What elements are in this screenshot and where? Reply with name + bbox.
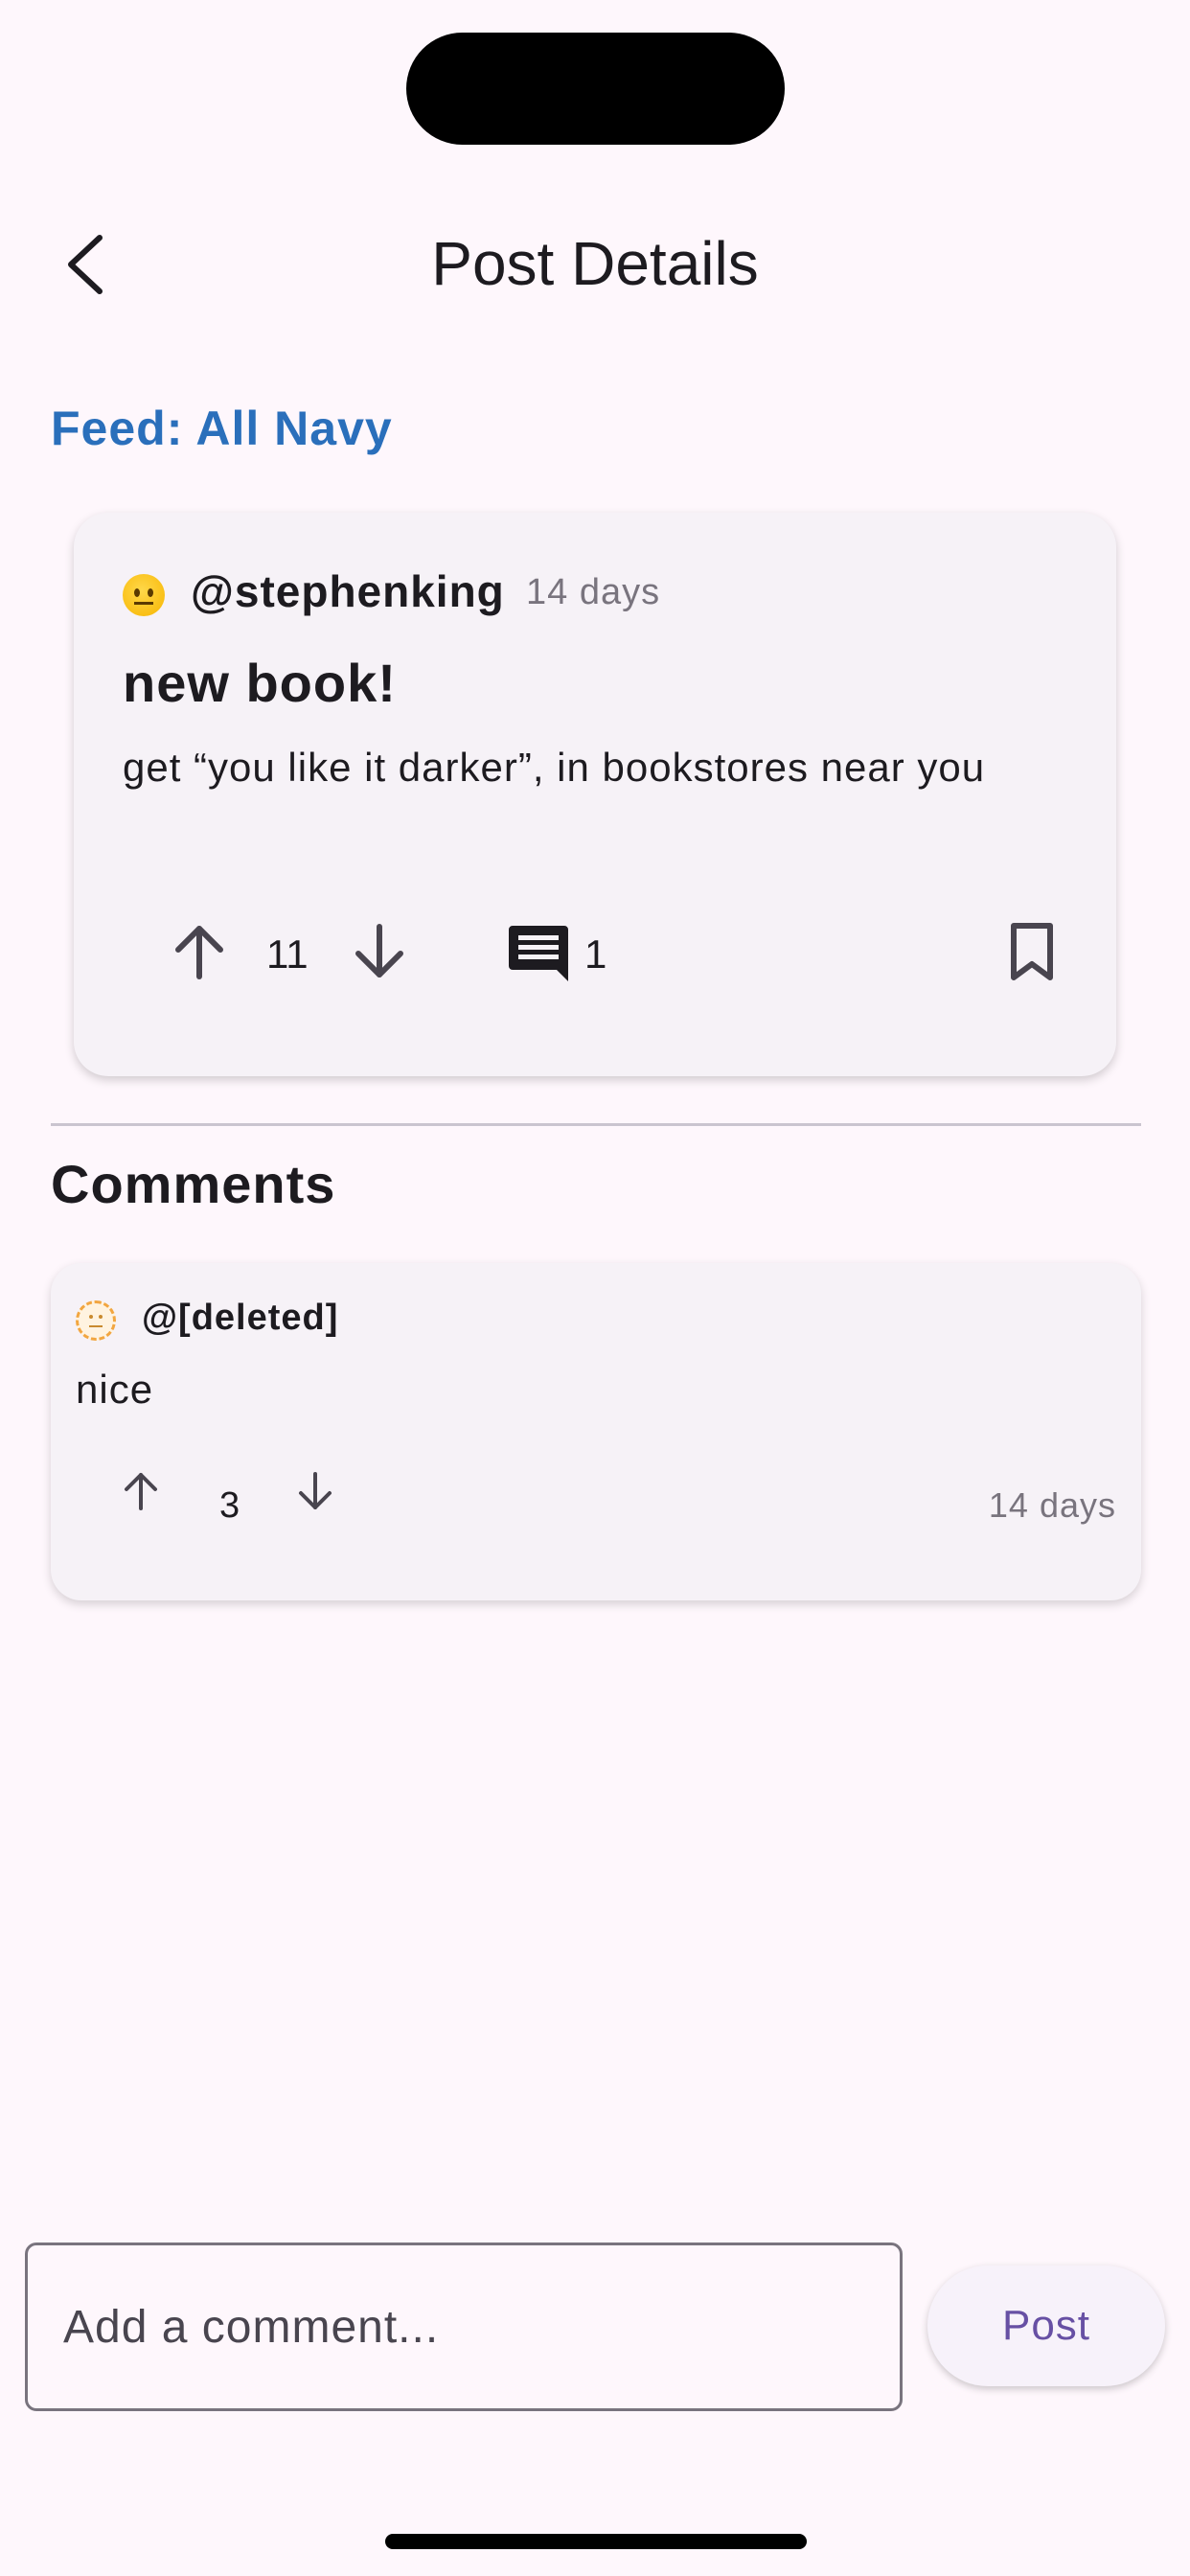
feed-link[interactable]: Feed: All Navy	[51, 401, 393, 456]
comment-card[interactable]: @[deleted] nice 3 14 days	[51, 1263, 1141, 1600]
section-divider	[51, 1123, 1141, 1126]
dynamic-island	[406, 33, 785, 145]
comment-icon	[509, 926, 568, 981]
bookmark-icon	[1011, 923, 1053, 980]
comments-button[interactable]	[502, 917, 575, 990]
post-comment-button[interactable]: Post	[927, 2266, 1165, 2386]
upvote-button[interactable]	[163, 915, 236, 988]
comment-downvote-button[interactable]	[288, 1464, 342, 1518]
arrow-down-icon	[299, 1472, 332, 1509]
home-indicator[interactable]	[385, 2534, 807, 2549]
post-vote-count: 11	[266, 932, 309, 977]
downvote-button[interactable]	[343, 915, 416, 988]
page-title: Post Details	[431, 229, 759, 298]
bookmark-button[interactable]	[995, 915, 1068, 988]
post-comment-count: 1	[584, 932, 607, 977]
app-bar: Post Details	[0, 211, 1190, 316]
post-author[interactable]: @stephenking	[191, 565, 505, 617]
comment-vote-count: 3	[219, 1485, 240, 1526]
arrow-up-icon	[175, 926, 223, 979]
comment-author[interactable]: @[deleted]	[142, 1298, 338, 1339]
post-card[interactable]: @stephenking 14 days new book! get “you …	[74, 513, 1116, 1076]
avatar-emoji-icon	[123, 574, 165, 616]
comments-heading: Comments	[51, 1154, 336, 1214]
post-timestamp: 14 days	[526, 572, 661, 612]
deleted-avatar-icon	[76, 1300, 116, 1341]
comment-upvote-button[interactable]	[114, 1464, 168, 1518]
comment-input[interactable]	[25, 2242, 903, 2411]
arrow-down-icon	[355, 924, 403, 978]
arrow-up-icon	[125, 1473, 157, 1510]
post-body: get “you like it darker”, in bookstores …	[123, 745, 986, 790]
post-title: new book!	[123, 653, 397, 713]
comment-timestamp: 14 days	[988, 1485, 1116, 1525]
comment-text: nice	[76, 1367, 154, 1412]
